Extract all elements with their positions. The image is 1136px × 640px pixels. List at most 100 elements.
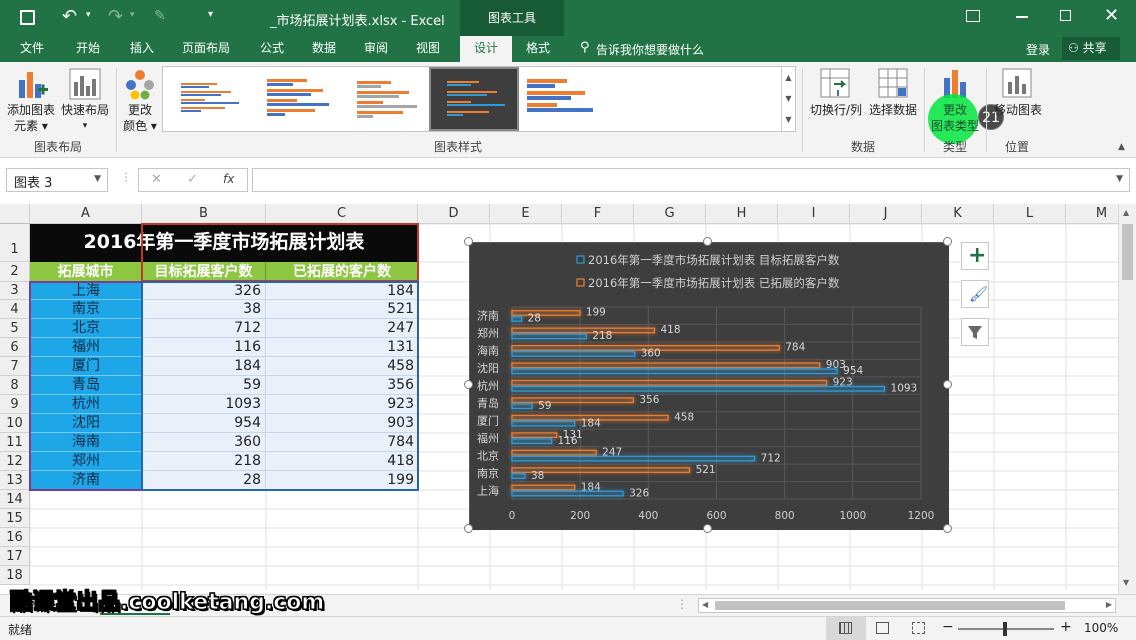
gallery-more-icon[interactable]: ▼ <box>782 109 795 130</box>
tab-page-layout[interactable]: 页面布局 <box>174 36 238 62</box>
undo-icon[interactable]: ↶ <box>62 6 77 27</box>
change-colors-button[interactable]: 更改 颜色 ▾ <box>118 66 162 136</box>
zoom-level[interactable]: 100% <box>1084 621 1118 635</box>
header-city[interactable]: 拓展城市 <box>30 262 142 282</box>
move-chart-button[interactable]: 移动图表 <box>990 66 1046 126</box>
zoom-slider-thumb[interactable] <box>1003 622 1007 636</box>
expand-formula-icon[interactable]: ▼ <box>1116 174 1123 184</box>
chart-style-5-selected[interactable] <box>429 67 519 131</box>
header-target[interactable]: 目标拓展客户数 <box>142 262 266 282</box>
tab-file[interactable]: 文件 <box>8 36 56 62</box>
chart-style-2[interactable] <box>253 69 337 129</box>
hscroll-thumb[interactable] <box>715 601 1065 610</box>
share-button[interactable]: ⚇ 共享 <box>1062 37 1120 60</box>
resize-handle[interactable] <box>703 524 712 533</box>
resize-handle[interactable] <box>464 524 473 533</box>
tell-me-search[interactable]: 告诉我你想要做什么 <box>596 41 704 58</box>
cell-city[interactable]: 济南 <box>30 471 142 490</box>
quick-layout-button[interactable]: 快速布局 ▾ <box>60 66 110 136</box>
name-box-dropdown-icon[interactable]: ▼ <box>94 174 101 184</box>
cell-achieved[interactable]: 784 <box>266 433 418 452</box>
normal-view-button[interactable] <box>826 617 866 640</box>
cell-achieved[interactable]: 458 <box>266 357 418 376</box>
cell-city[interactable]: 沈阳 <box>30 414 142 433</box>
cell-target[interactable]: 954 <box>142 414 266 433</box>
resize-handle[interactable] <box>464 380 473 389</box>
tab-format[interactable]: 格式 <box>516 36 560 62</box>
customize-quick-access-icon[interactable]: ▾ <box>208 9 213 20</box>
cell-city[interactable]: 南京 <box>30 300 142 319</box>
add-chart-element-button[interactable]: 添加图表 元素 ▾ <box>6 66 56 136</box>
sign-in-link[interactable]: 登录 <box>1026 41 1050 58</box>
resize-handle[interactable] <box>943 380 952 389</box>
page-break-view-icon[interactable] <box>912 622 925 634</box>
chart-style-1[interactable] <box>165 69 249 129</box>
zoom-in-button[interactable]: + <box>1060 619 1072 635</box>
cell-target[interactable]: 1093 <box>142 395 266 414</box>
tab-design[interactable]: 设计 <box>460 36 512 62</box>
collapse-ribbon-icon[interactable]: ▲ <box>1118 142 1125 152</box>
chart-elements-button[interactable]: + <box>961 242 989 270</box>
chart-style-7[interactable] <box>609 69 693 129</box>
formula-input[interactable]: ▼ <box>252 168 1130 192</box>
cell-city[interactable]: 上海 <box>30 282 142 300</box>
chart-area[interactable]: 2016年第一季度市场拓展计划表 目标拓展客户数 2016年第一季度市场拓展计划表… <box>469 242 949 530</box>
cell-achieved[interactable]: 247 <box>266 319 418 338</box>
cell-target[interactable]: 38 <box>142 300 266 319</box>
cell-target[interactable]: 59 <box>142 376 266 395</box>
tab-insert[interactable]: 插入 <box>118 36 166 62</box>
resize-handle[interactable] <box>943 237 952 246</box>
table-title[interactable]: 2016年第一季度市场拓展计划表 <box>30 224 418 262</box>
switch-row-column-button[interactable]: 切换行/列 <box>808 66 864 126</box>
name-box[interactable]: 图表 3 ▼ <box>6 168 108 192</box>
save-icon[interactable] <box>20 10 35 25</box>
page-layout-view-icon[interactable] <box>876 622 889 634</box>
chart-style-6[interactable] <box>521 69 605 129</box>
cell-target[interactable]: 326 <box>142 282 266 300</box>
cell-target[interactable]: 712 <box>142 319 266 338</box>
chart-style-3[interactable] <box>341 69 425 129</box>
cell-target[interactable]: 184 <box>142 357 266 376</box>
cell-achieved[interactable]: 903 <box>266 414 418 433</box>
change-chart-type-button[interactable]: 更改 图表类型 <box>928 66 982 144</box>
insert-function-icon[interactable]: fx <box>223 172 234 186</box>
cell-achieved[interactable]: 521 <box>266 300 418 319</box>
cell-city[interactable]: 青岛 <box>30 376 142 395</box>
vertical-scrollbar[interactable]: ▲ ▼ <box>1118 204 1136 594</box>
cell-city[interactable]: 福州 <box>30 338 142 357</box>
maximize-icon[interactable] <box>1060 10 1071 21</box>
scroll-thumb[interactable] <box>1122 224 1133 280</box>
gallery-down-icon[interactable]: ▼ <box>782 88 795 109</box>
header-achieved[interactable]: 已拓展的客户数 <box>266 262 418 282</box>
scroll-left-icon[interactable]: ◀ <box>702 600 708 609</box>
cell-city[interactable]: 杭州 <box>30 395 142 414</box>
cell-city[interactable]: 北京 <box>30 319 142 338</box>
tab-home[interactable]: 开始 <box>64 36 112 62</box>
select-data-button[interactable]: 选择数据 <box>866 66 920 126</box>
tab-data[interactable]: 数据 <box>302 36 346 62</box>
resize-handle[interactable] <box>464 237 473 246</box>
tab-view[interactable]: 视图 <box>406 36 450 62</box>
close-icon[interactable]: ✕ <box>1104 5 1119 26</box>
minimize-icon[interactable] <box>1016 16 1028 18</box>
undo-dropdown-icon[interactable]: ▾ <box>86 10 91 20</box>
scroll-right-icon[interactable]: ▶ <box>1106 600 1112 609</box>
tab-review[interactable]: 审阅 <box>354 36 398 62</box>
scroll-up-icon[interactable]: ▲ <box>1123 208 1129 217</box>
cell-achieved[interactable]: 184 <box>266 282 418 300</box>
chart-styles-button[interactable]: 🖌 <box>961 280 989 308</box>
cell-city[interactable]: 郑州 <box>30 452 142 471</box>
cell-achieved[interactable]: 923 <box>266 395 418 414</box>
cell-achieved[interactable]: 418 <box>266 452 418 471</box>
cell-achieved[interactable]: 356 <box>266 376 418 395</box>
zoom-out-button[interactable]: − <box>942 619 954 635</box>
cell-achieved[interactable]: 199 <box>266 471 418 490</box>
chart-style-8[interactable] <box>697 69 781 129</box>
cell-target[interactable]: 28 <box>142 471 266 490</box>
cell-city[interactable]: 海南 <box>30 433 142 452</box>
cell-target[interactable]: 116 <box>142 338 266 357</box>
tab-formulas[interactable]: 公式 <box>250 36 294 62</box>
scroll-down-icon[interactable]: ▼ <box>1123 578 1129 587</box>
ribbon-display-icon[interactable] <box>966 10 980 22</box>
cell-achieved[interactable]: 131 <box>266 338 418 357</box>
